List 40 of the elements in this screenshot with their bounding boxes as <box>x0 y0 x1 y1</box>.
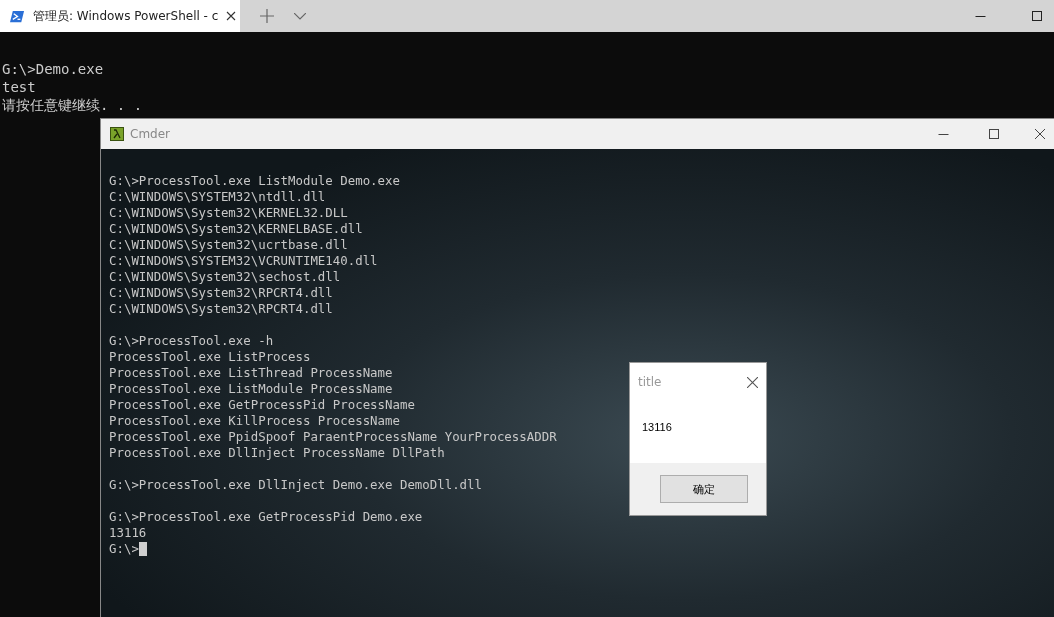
terminal-line: C:\WINDOWS\System32\RPCRT4.dll <box>109 301 333 317</box>
terminal-line: ProcessTool.exe ListThread ProcessName <box>109 365 393 381</box>
terminal-line: C:\WINDOWS\System32\KERNEL32.DLL <box>109 205 348 221</box>
tab-title: 管理员: Windows PowerShell - c <box>33 7 219 25</box>
terminal-line: ProcessTool.exe KillProcess ProcessName <box>109 413 400 429</box>
terminal-line: ProcessTool.exe ListProcess <box>109 349 311 365</box>
terminal-line: 请按任意键继续. . . <box>1 96 144 114</box>
ok-button[interactable]: 确定 <box>660 475 748 503</box>
terminal-line: G:\>ProcessTool.exe -h <box>109 333 274 349</box>
terminal-line: ProcessTool.exe ListModule ProcessName <box>109 381 393 397</box>
minimize-icon[interactable] <box>938 133 949 135</box>
close-icon[interactable] <box>1035 129 1045 139</box>
terminal-tab[interactable]: 管理员: Windows PowerShell - c <box>0 0 240 32</box>
powershell-icon <box>10 8 25 24</box>
terminal-line: G:\>Demo.exe <box>1 60 105 78</box>
dialog-title: title <box>638 375 662 389</box>
window-title: Cmder <box>130 127 170 141</box>
terminal-line: 13116 <box>109 525 147 541</box>
terminal-line: C:\WINDOWS\SYSTEM32\VCRUNTIME140.dll <box>109 253 378 269</box>
lambda-icon <box>110 127 124 141</box>
terminal-line: ProcessTool.exe DllInject ProcessName DllPath <box>109 445 445 461</box>
terminal-line: C:\WINDOWS\SYSTEM32\ntdll.dll <box>109 189 326 205</box>
maximize-icon[interactable] <box>1032 11 1042 21</box>
close-icon[interactable] <box>226 11 237 21</box>
terminal-line: test <box>1 78 37 96</box>
terminal-line: ProcessTool.exe PpidSpoof ParaentProcessName YourProcessADDR <box>109 429 557 445</box>
close-icon[interactable] <box>747 376 758 388</box>
terminal-line: G:\>ProcessTool.exe DllInject Demo.exe DemoDll.dll <box>109 477 482 493</box>
dialog-message: 13116 <box>641 420 673 435</box>
terminal-line: G:\>ProcessTool.exe ListModule Demo.exe <box>109 173 400 189</box>
terminal-line: G:\> <box>109 541 139 557</box>
terminal-line: C:\WINDOWS\System32\sechost.dll <box>109 269 341 285</box>
dropdown-icon[interactable] <box>294 12 306 20</box>
minimize-icon[interactable] <box>975 15 986 17</box>
terminal-line: ProcessTool.exe GetProcessPid ProcessName <box>109 397 415 413</box>
terminal-line: C:\WINDOWS\System32\KERNELBASE.dll <box>109 221 363 237</box>
terminal-line: G:\>ProcessTool.exe GetProcessPid Demo.exe <box>109 509 423 525</box>
maximize-icon[interactable] <box>989 129 999 139</box>
terminal-line: C:\WINDOWS\System32\ucrtbase.dll <box>109 237 348 253</box>
terminal-line: C:\WINDOWS\System32\RPCRT4.dll <box>109 285 333 301</box>
